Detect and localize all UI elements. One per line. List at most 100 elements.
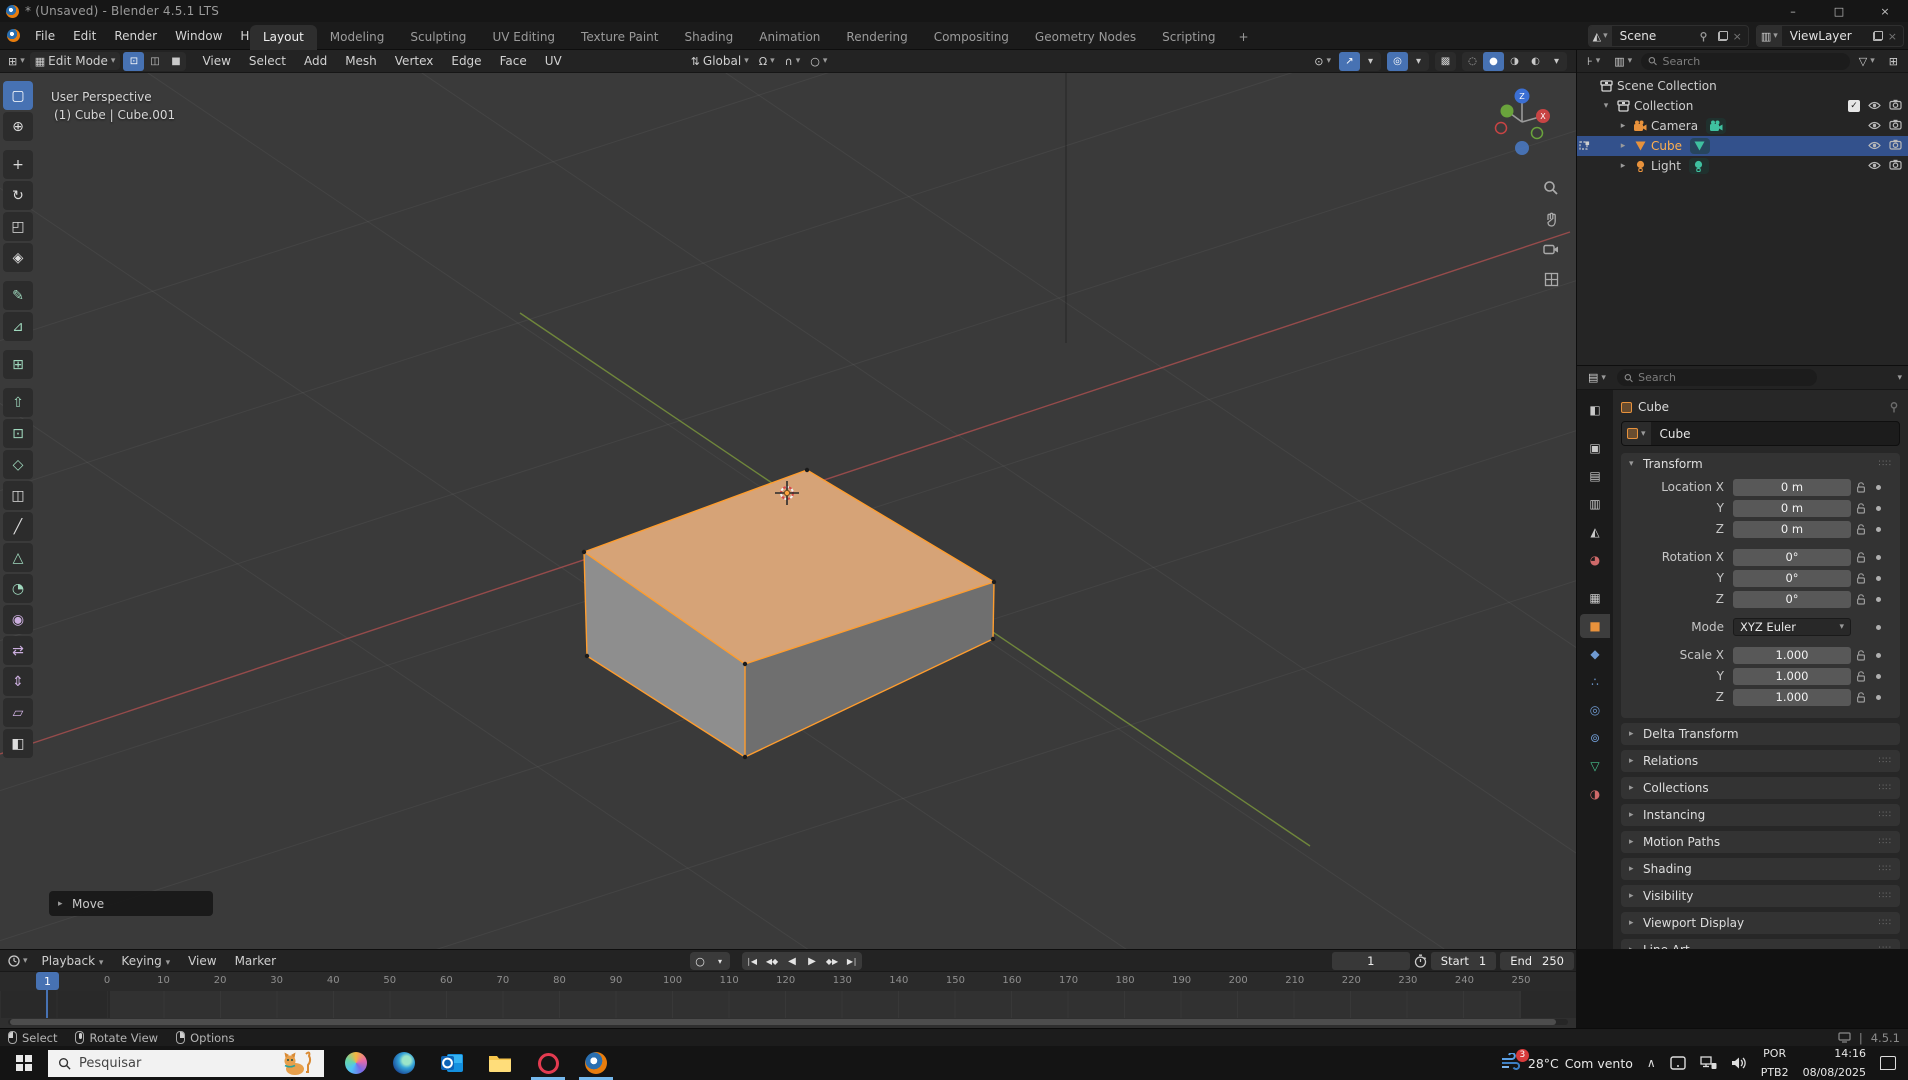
cube-mesh[interactable]: [581, 467, 997, 760]
taskbar-app-blender[interactable]: [572, 1046, 620, 1080]
hide-eye-toggle[interactable]: [1868, 99, 1881, 113]
close-button[interactable]: ×: [1862, 0, 1908, 22]
tool-select-box[interactable]: ▢: [3, 81, 33, 110]
gizmo-y-axis[interactable]: [1500, 104, 1514, 118]
properties-tab-world[interactable]: ◕: [1580, 548, 1610, 572]
overlays-dropdown[interactable]: ▾: [1408, 52, 1429, 71]
tab-modeling[interactable]: Modeling: [317, 25, 398, 50]
animate-dot[interactable]: [1871, 526, 1885, 532]
properties-tab-data[interactable]: ▽: [1580, 754, 1610, 778]
properties-tab-view-layer[interactable]: ▥: [1580, 492, 1610, 516]
lock-icon[interactable]: [1851, 481, 1871, 493]
viewport-canvas[interactable]: [0, 73, 1576, 949]
menu-edit[interactable]: Edit: [64, 25, 105, 47]
show-gizmo-toggle[interactable]: ↗: [1339, 51, 1360, 71]
outliner-display-mode-dropdown[interactable]: ⊦ ▾: [1582, 53, 1605, 70]
gizmo-minus-z-axis[interactable]: [1515, 141, 1529, 155]
blender-menu-icon[interactable]: [7, 29, 20, 42]
snap-magnet-toggle[interactable]: ∩ ▾: [780, 53, 806, 70]
pin-icon[interactable]: [1698, 31, 1709, 42]
tool-measure[interactable]: ⊿: [3, 312, 33, 341]
maximize-button[interactable]: □: [1816, 0, 1862, 22]
play-reverse-button[interactable]: ◀: [782, 952, 802, 970]
transform-value-field[interactable]: 0°: [1733, 548, 1851, 566]
tool-annotate[interactable]: ✎: [3, 281, 33, 310]
timeline-ruler[interactable]: 0 10 20 30 40 50 60 70 80 90 100 110 120 130 140 150 160…: [0, 972, 1576, 991]
taskbar-app-edge[interactable]: [380, 1046, 428, 1080]
properties-tab-modifiers[interactable]: ◆: [1580, 642, 1610, 666]
keying-dropdown[interactable]: ▾: [710, 952, 730, 970]
hide-eye-toggle[interactable]: [1868, 139, 1881, 153]
viewport-menu-uv[interactable]: UV: [536, 50, 571, 72]
panel-viewport-display[interactable]: ▸ Viewport Display ∷∷: [1621, 912, 1900, 934]
orthographic-toggle-button[interactable]: [1538, 266, 1564, 292]
network-icon[interactable]: [1693, 1046, 1724, 1080]
disable-render-toggle[interactable]: [1889, 119, 1902, 133]
panel-grip[interactable]: ∷∷: [1879, 783, 1892, 793]
animate-dot[interactable]: [1871, 694, 1885, 700]
lock-icon[interactable]: [1851, 572, 1871, 584]
viewlayer-name[interactable]: ViewLayer: [1782, 29, 1868, 43]
editor-type-button[interactable]: ⊞ ▾: [3, 53, 30, 70]
jump-to-start-button[interactable]: ∣◀: [742, 952, 762, 970]
show-overlays-toggle[interactable]: ◎: [1387, 51, 1408, 71]
properties-tab-collection[interactable]: ▦: [1580, 586, 1610, 610]
tool-transform[interactable]: ◈: [3, 243, 33, 272]
lock-icon[interactable]: [1851, 593, 1871, 605]
panel-grip[interactable]: ∷∷: [1879, 756, 1892, 766]
viewlayer-icon[interactable]: ▥ ▾: [1756, 26, 1782, 46]
new-viewlayer-icon[interactable]: [1872, 31, 1883, 41]
properties-editor-icon[interactable]: ▤ ▾: [1583, 369, 1611, 386]
object-name-value[interactable]: Cube: [1651, 422, 1700, 445]
face-select-button[interactable]: ■: [165, 52, 186, 71]
properties-tab-constraints[interactable]: ⊚: [1580, 726, 1610, 750]
tool-inset-faces[interactable]: ⊡: [3, 419, 33, 448]
minimize-button[interactable]: –: [1770, 0, 1816, 22]
play-button[interactable]: ▶: [802, 952, 822, 970]
tab-layout[interactable]: Layout: [250, 25, 317, 50]
tool-extrude-region[interactable]: ⇧: [3, 388, 33, 417]
viewport-menu-mesh[interactable]: Mesh: [336, 50, 386, 72]
transform-value-field[interactable]: 0 m: [1733, 520, 1851, 538]
stopwatch-icon[interactable]: [1414, 954, 1427, 968]
viewport-menu-edge[interactable]: Edge: [442, 50, 490, 72]
pivot-point-dropdown[interactable]: Ω ▾: [754, 53, 780, 70]
panel-header[interactable]: ▸ Line Art ∷∷: [1621, 939, 1900, 949]
panel-motion-paths[interactable]: ▸ Motion Paths ∷∷: [1621, 831, 1900, 853]
tool-loop-cut[interactable]: ◫: [3, 481, 33, 510]
new-scene-icon[interactable]: [1717, 31, 1728, 41]
object-visibility-dropdown[interactable]: ⊙ ▾: [1309, 53, 1336, 70]
properties-search[interactable]: [1616, 369, 1817, 386]
properties-tab-physics[interactable]: ◎: [1580, 698, 1610, 722]
mode-dropdown[interactable]: ▦ Edit Mode ▾: [29, 52, 121, 70]
lock-icon[interactable]: [1851, 551, 1871, 563]
properties-tab-object[interactable]: ■: [1580, 614, 1610, 638]
tab-animation[interactable]: Animation: [746, 25, 833, 50]
timeline-menu-playback[interactable]: Playback ▾: [33, 950, 113, 972]
taskbar-app-outlook[interactable]: [428, 1046, 476, 1080]
lock-icon[interactable]: [1851, 691, 1871, 703]
jump-to-end-button[interactable]: ▶∣: [842, 952, 862, 970]
transform-value-field[interactable]: 0 m: [1733, 499, 1851, 517]
camera-data-icon[interactable]: [1706, 118, 1727, 134]
navigation-gizmo[interactable]: Z X: [1480, 80, 1564, 164]
next-keyframe-button[interactable]: ◆▶: [822, 952, 842, 970]
menu-render[interactable]: Render: [105, 25, 166, 47]
start-frame-field[interactable]: Start 1: [1430, 952, 1497, 970]
new-collection-button[interactable]: ⊞: [1884, 53, 1903, 70]
outliner-row-scene-collection[interactable]: Scene Collection: [1577, 76, 1908, 96]
properties-tab-render[interactable]: ▣: [1580, 436, 1610, 460]
menu-file[interactable]: File: [26, 25, 64, 47]
properties-tab-output[interactable]: ▤: [1580, 464, 1610, 488]
panel-grip[interactable]: ∷∷: [1879, 459, 1892, 469]
taskbar-app-file-explorer[interactable]: [476, 1046, 524, 1080]
tool-shrink-fatten[interactable]: ⇕: [3, 667, 33, 696]
filter-icon[interactable]: ▽ ▾: [1854, 53, 1880, 70]
tool-edge-slide[interactable]: ⇄: [3, 636, 33, 665]
panel-header[interactable]: ▸ Visibility ∷∷: [1621, 885, 1900, 907]
notification-center-button[interactable]: [1873, 1046, 1908, 1080]
outliner-item-label[interactable]: Light: [1651, 159, 1681, 173]
panel-header[interactable]: ▸ Instancing ∷∷: [1621, 804, 1900, 826]
rotation-mode-dropdown[interactable]: XYZ Euler ▾: [1733, 618, 1851, 636]
lock-icon[interactable]: [1851, 502, 1871, 514]
